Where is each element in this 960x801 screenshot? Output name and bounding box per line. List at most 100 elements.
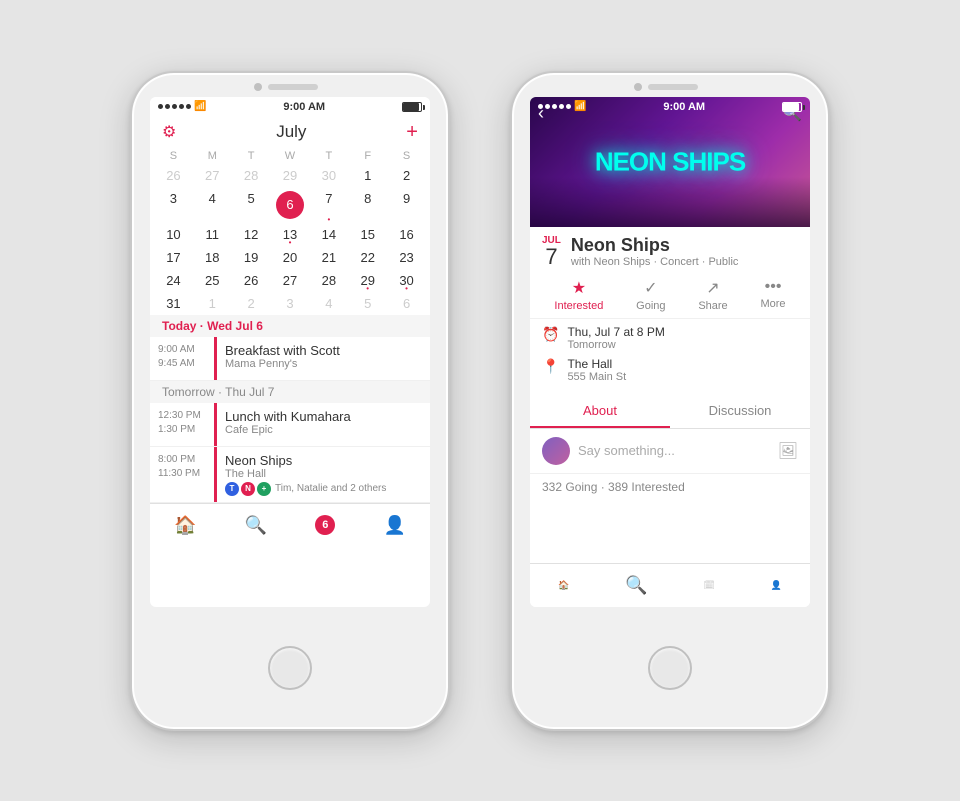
search-icon: 🔍 xyxy=(245,515,267,536)
more-icon: ••• xyxy=(765,278,782,296)
event-lunch[interactable]: 12:30 PM1:30 PM Lunch with Kumahara Cafe… xyxy=(150,403,430,447)
cal-cell-31[interactable]: 31 xyxy=(154,292,193,315)
event-time-2: 12:30 PM1:30 PM xyxy=(150,403,214,446)
cal-cell-1[interactable]: 1 xyxy=(348,164,387,187)
going-label: Going xyxy=(636,300,665,312)
cal-cell-23[interactable]: 23 xyxy=(387,246,426,269)
interested-label: Interested xyxy=(554,300,603,312)
cal-cell-8[interactable]: 8 xyxy=(348,187,387,223)
cal-cell-22[interactable]: 22 xyxy=(348,246,387,269)
signal-area: 📶 xyxy=(158,101,206,112)
cal-cell-11[interactable]: 11 xyxy=(193,223,232,246)
tab-profile[interactable]: 👤 xyxy=(383,515,405,536)
battery-icon-1 xyxy=(402,102,422,112)
battery-icon-2 xyxy=(782,102,802,112)
cal-cell-12[interactable]: 12 xyxy=(232,223,271,246)
stats-text: 332 Going · 389 Interested xyxy=(542,480,685,494)
avatar-3: + xyxy=(257,482,271,496)
tab-home[interactable]: 🏠 xyxy=(174,515,196,536)
photo-icon[interactable]: 🖼 xyxy=(778,441,798,461)
cal-cell-3[interactable]: 3 xyxy=(154,187,193,223)
cal-cell-28-prev[interactable]: 28 xyxy=(232,164,271,187)
cal-cell-4-next[interactable]: 4 xyxy=(309,292,348,315)
cal-cell-15[interactable]: 15 xyxy=(348,223,387,246)
cal-cell-1-next[interactable]: 1 xyxy=(193,292,232,315)
cal-cell-27-prev[interactable]: 27 xyxy=(193,164,232,187)
camera-dot xyxy=(254,83,262,91)
tab-calendar[interactable]: 6 xyxy=(315,515,335,535)
event-screen: 📶 9:00 AM NEON SHIPS ‹ � xyxy=(530,97,810,607)
more-label: More xyxy=(760,298,785,310)
cal-cell-14[interactable]: 14 xyxy=(309,223,348,246)
cal-cell-3-next[interactable]: 3 xyxy=(271,292,310,315)
event-neon[interactable]: 8:00 PM11:30 PM Neon Ships The Hall T N … xyxy=(150,447,430,503)
cal-cell-21[interactable]: 21 xyxy=(309,246,348,269)
cal-cell-27[interactable]: 27 xyxy=(271,269,310,292)
cal-cell-9[interactable]: 9 xyxy=(387,187,426,223)
status-time-2: 9:00 AM xyxy=(663,101,705,113)
cal-cell-17[interactable]: 17 xyxy=(154,246,193,269)
cal-cell-26-prev[interactable]: 26 xyxy=(154,164,193,187)
status-bar-2: 📶 9:00 AM xyxy=(530,97,810,117)
event-time-1: 9:00 AM9:45 AM xyxy=(150,337,214,380)
event-breakfast[interactable]: 9:00 AM9:45 AM Breakfast with Scott Mama… xyxy=(150,337,430,381)
cal-cell-2[interactable]: 2 xyxy=(387,164,426,187)
tab-search-2[interactable]: 🔍 xyxy=(625,575,647,596)
location-icon: 📍 xyxy=(542,358,559,375)
action-interested[interactable]: ★ Interested xyxy=(554,278,603,312)
cal-cell-18[interactable]: 18 xyxy=(193,246,232,269)
tab-profile-2[interactable]: 👤 xyxy=(771,580,782,591)
cal-cell-5[interactable]: 5 xyxy=(232,187,271,223)
comment-input[interactable]: Say something... xyxy=(578,443,770,458)
cal-cell-24[interactable]: 24 xyxy=(154,269,193,292)
cal-cell-10[interactable]: 10 xyxy=(154,223,193,246)
tab-about[interactable]: About xyxy=(530,395,670,428)
event-when: Thu, Jul 7 at 8 PM Tomorrow xyxy=(567,325,664,351)
star-icon: ★ xyxy=(572,278,586,298)
cal-cell-7[interactable]: 7 xyxy=(309,187,348,223)
cal-cell-4[interactable]: 4 xyxy=(193,187,232,223)
phone-top-bar-1 xyxy=(132,73,448,97)
cal-cell-26[interactable]: 26 xyxy=(232,269,271,292)
cal-cell-28[interactable]: 28 xyxy=(309,269,348,292)
event-title-3: Neon Ships xyxy=(225,453,422,468)
tab-discussion[interactable]: Discussion xyxy=(670,395,810,428)
event-info-2: Lunch with Kumahara Cafe Epic xyxy=(217,403,430,446)
cal-cell-13[interactable]: 13 xyxy=(271,223,310,246)
day-fri: F xyxy=(348,148,387,164)
cal-cell-2-next[interactable]: 2 xyxy=(232,292,271,315)
cal-cell-30-prev[interactable]: 30 xyxy=(309,164,348,187)
scene: 📶 9:00 AM ⚙ July + xyxy=(0,0,960,801)
cal-cell-16[interactable]: 16 xyxy=(387,223,426,246)
battery-area-1 xyxy=(402,102,422,112)
phone-event: 📶 9:00 AM NEON SHIPS ‹ � xyxy=(510,71,830,731)
action-share[interactable]: ↗ Share xyxy=(698,278,727,312)
tab-search[interactable]: 🔍 xyxy=(245,515,267,536)
event-info-3: Neon Ships The Hall T N + Tim, Natalie a… xyxy=(217,447,430,502)
cal-cell-6-next[interactable]: 6 xyxy=(387,292,426,315)
tab-home-2[interactable]: 🏠 xyxy=(558,580,569,591)
cal-cell-29-prev[interactable]: 29 xyxy=(271,164,310,187)
action-going[interactable]: ✓ Going xyxy=(636,278,665,312)
cal-cell-6[interactable]: 6 xyxy=(271,187,310,223)
cal-cell-30[interactable]: 30 xyxy=(387,269,426,292)
event-title-2: Lunch with Kumahara xyxy=(225,409,422,424)
day-wed: W xyxy=(271,148,310,164)
cal-cell-20[interactable]: 20 xyxy=(271,246,310,269)
home-button-2[interactable] xyxy=(648,646,692,690)
month-label: July xyxy=(276,122,306,142)
tab-cal-2[interactable]: 🗓 xyxy=(703,580,714,591)
gear-icon[interactable]: ⚙ xyxy=(162,122,176,142)
cal-cell-29[interactable]: 29 xyxy=(348,269,387,292)
add-event-button[interactable]: + xyxy=(406,121,418,144)
action-more[interactable]: ••• More xyxy=(760,278,785,312)
day-mon: M xyxy=(193,148,232,164)
cal-cell-19[interactable]: 19 xyxy=(232,246,271,269)
event-info: Neon Ships with Neon Ships · Concert · P… xyxy=(571,235,739,268)
user-avatar xyxy=(542,437,570,465)
cal-cell-5-next[interactable]: 5 xyxy=(348,292,387,315)
phone-bottom-bar-2 xyxy=(648,607,692,729)
cal-cell-25[interactable]: 25 xyxy=(193,269,232,292)
home-button-1[interactable] xyxy=(268,646,312,690)
day-sun: S xyxy=(154,148,193,164)
